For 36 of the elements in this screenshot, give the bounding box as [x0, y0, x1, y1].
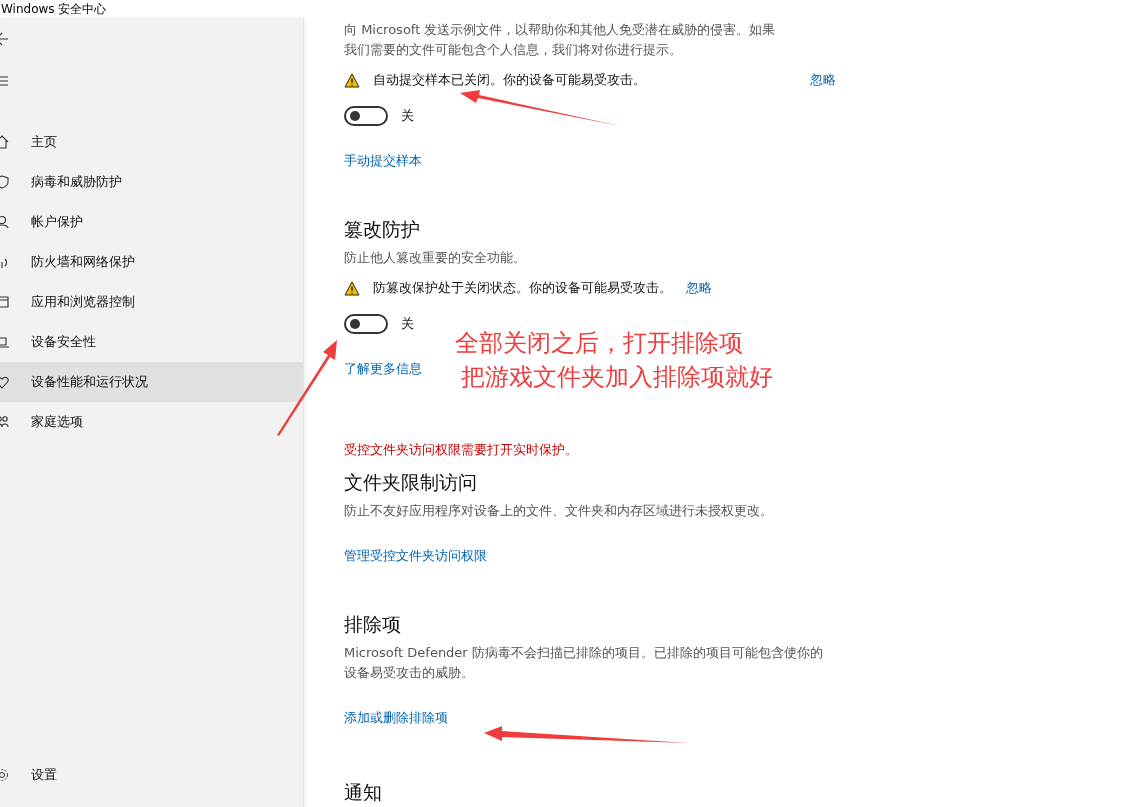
section-heading: 排除项: [344, 612, 402, 637]
sidebar-item[interactable]: 设备安全性: [0, 322, 303, 362]
sidebar-item[interactable]: 应用和浏览器控制: [0, 282, 303, 322]
toggle-label: 关: [401, 315, 414, 333]
toggle-label: 关: [401, 107, 414, 125]
section-description: 我们需要的文件可能包含个人信息，我们将对你进行提示。: [344, 41, 683, 59]
settings-item[interactable]: 设置: [0, 755, 303, 795]
section-description: 防止他人篡改重要的安全功能。: [344, 249, 527, 267]
sidebar-item[interactable]: 设备性能和运行状况: [0, 362, 303, 402]
sidebar-item[interactable]: 家庭选项: [0, 402, 303, 442]
annotation-text: 全部关闭之后，打开排除项: [455, 328, 744, 359]
sidebar-item[interactable]: 帐户保护: [0, 202, 303, 242]
sidebar-item[interactable]: 病毒和威胁防护: [0, 162, 303, 202]
sidebar-item[interactable]: 主页: [0, 122, 303, 162]
section-link[interactable]: 了解更多信息: [344, 361, 422, 376]
section-heading: 文件夹限制访问: [344, 470, 478, 495]
dismiss-link[interactable]: 忽略: [686, 279, 712, 297]
warning-text: 防篡改保护处于关闭状态。你的设备可能易受攻击。: [373, 279, 672, 297]
warning-icon: [344, 280, 360, 296]
section-link[interactable]: 管理受控文件夹访问权限: [344, 548, 487, 563]
toggle-switch[interactable]: [344, 106, 388, 126]
warning-icon: [344, 72, 360, 88]
section-description: 防止不友好应用程序对设备上的文件、文件夹和内存区域进行未授权更改。: [344, 502, 774, 520]
toggle-switch[interactable]: [344, 314, 388, 334]
error-message: 受控文件夹访问权限需要打开实时保护。: [344, 441, 579, 459]
section-link[interactable]: 添加或删除排除项: [344, 710, 448, 725]
section-link[interactable]: 手动提交样本: [344, 153, 422, 168]
section-description: 向 Microsoft 发送示例文件，以帮助你和其他人免受潜在威胁的侵害。如果: [344, 21, 777, 39]
section-description: Microsoft Defender 防病毒不会扫描已排除的项目。已排除的项目可能包含使你的设备易受攻击的威胁。: [344, 644, 824, 682]
dismiss-link[interactable]: 忽略: [810, 71, 836, 89]
annotation-text: 把游戏文件夹加入排除项就好: [461, 362, 773, 393]
section-heading: 篡改防护: [344, 217, 421, 242]
window-title: Windows 安全中心: [1, 0, 107, 18]
section-heading: 通知: [344, 780, 383, 805]
warning-text: 自动提交样本已关闭。你的设备可能易受攻击。: [373, 71, 646, 89]
sidebar-item[interactable]: 防火墙和网络保护: [0, 242, 303, 282]
